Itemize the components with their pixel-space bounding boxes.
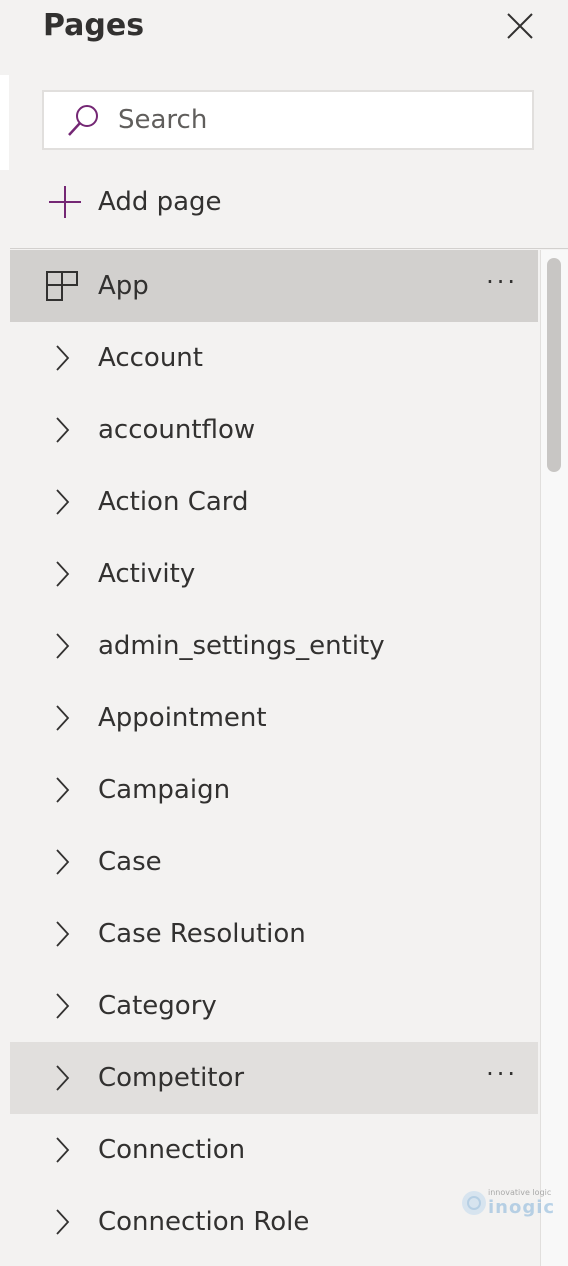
add-page-button[interactable]: Add page [48, 180, 222, 224]
search-box[interactable] [42, 90, 534, 150]
close-button[interactable] [504, 10, 536, 42]
page-item-competitor[interactable]: Competitor ··· [10, 1042, 538, 1114]
app-layout-icon [44, 271, 80, 301]
pages-panel: Pages Add page App···AccountaccountflowA… [10, 0, 568, 1266]
more-options-button[interactable]: ··· [486, 268, 518, 296]
page-item-label: Case [98, 847, 162, 877]
chevron-right-icon[interactable] [44, 992, 80, 1020]
page-item-connection-role[interactable]: Connection Role [10, 1186, 538, 1258]
add-page-label: Add page [98, 187, 222, 217]
chevron-right-icon[interactable] [44, 560, 80, 588]
page-item-account[interactable]: Account [10, 322, 538, 394]
page-item-label: Activity [98, 559, 196, 589]
page-item-campaign[interactable]: Campaign [10, 754, 538, 826]
chevron-right-icon[interactable] [44, 1136, 80, 1164]
scrollbar[interactable] [540, 250, 568, 1266]
page-item-activity[interactable]: Activity [10, 538, 538, 610]
page-item-app[interactable]: App ··· [10, 250, 538, 322]
page-item-category[interactable]: Category [10, 970, 538, 1042]
page-item-admin-settings-entity[interactable]: admin_settings_entity [10, 610, 538, 682]
plus-icon [49, 186, 81, 218]
chevron-right-icon[interactable] [44, 704, 80, 732]
page-item-label: Connection [98, 1135, 246, 1165]
chevron-right-icon[interactable] [44, 416, 80, 444]
page-item-label: Case Resolution [98, 919, 306, 949]
divider [10, 248, 568, 249]
chevron-right-icon[interactable] [44, 920, 80, 948]
watermark-brand: inogic [488, 1197, 556, 1218]
pages-list: App ··· Account accountflow Action Card Activ… [10, 250, 538, 1258]
page-item-label: Account [98, 343, 203, 373]
page-item-appointment[interactable]: Appointment [10, 682, 538, 754]
page-item-label: Action Card [98, 487, 249, 517]
chevron-right-icon[interactable] [44, 848, 80, 876]
chevron-right-icon[interactable] [44, 1064, 80, 1092]
page-item-connection[interactable]: Connection [10, 1114, 538, 1186]
page-item-label: Campaign [98, 775, 231, 805]
scrollbar-thumb[interactable] [547, 258, 561, 472]
chevron-right-icon[interactable] [44, 776, 80, 804]
more-options-button[interactable]: ··· [486, 1060, 518, 1088]
chevron-right-icon[interactable] [44, 632, 80, 660]
page-item-accountflow[interactable]: accountflow [10, 394, 538, 466]
panel-title: Pages [43, 8, 145, 43]
page-item-label: Competitor [98, 1063, 245, 1093]
search-input[interactable] [116, 104, 500, 136]
watermark-icon [462, 1191, 486, 1215]
chevron-right-icon[interactable] [44, 344, 80, 372]
page-item-label: Appointment [98, 703, 267, 733]
page-item-label: Category [98, 991, 217, 1021]
page-item-label: admin_settings_entity [98, 631, 385, 661]
watermark-tagline: innovative logic [488, 1188, 552, 1197]
page-item-action-card[interactable]: Action Card [10, 466, 538, 538]
page-item-case-resolution[interactable]: Case Resolution [10, 898, 538, 970]
search-icon [68, 105, 98, 136]
page-item-label: App [98, 271, 149, 301]
page-item-label: accountflow [98, 415, 256, 445]
canvas-fragment [0, 75, 9, 170]
page-item-label: Connection Role [98, 1207, 310, 1237]
page-item-case[interactable]: Case [10, 826, 538, 898]
close-icon [507, 13, 533, 39]
watermark-logo: innovative logic inogic [460, 1188, 555, 1218]
chevron-right-icon[interactable] [44, 1208, 80, 1236]
chevron-right-icon[interactable] [44, 488, 80, 516]
